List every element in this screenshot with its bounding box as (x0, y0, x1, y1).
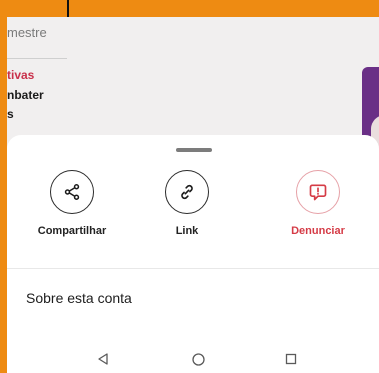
background-header: mestre (7, 25, 47, 40)
bottom-sheet: Compartilhar Link Denunciar Sobre esta c… (7, 135, 379, 373)
link-icon-circle[interactable] (165, 170, 209, 214)
report-label: Denunciar (291, 225, 345, 237)
link-icon (181, 184, 193, 200)
status-bar (0, 0, 379, 17)
nav-back-button[interactable] (89, 345, 117, 373)
background-text-line: s (7, 107, 14, 121)
background-highlight-text: tivas (7, 68, 35, 82)
nav-recent-button[interactable] (277, 345, 305, 373)
report-button[interactable]: Denunciar (263, 170, 373, 237)
sheet-divider (7, 268, 379, 269)
system-nav-bar (7, 345, 379, 373)
link-label: Link (175, 225, 199, 237)
back-triangle-icon (98, 353, 108, 365)
nav-home-button[interactable] (184, 345, 212, 373)
link-button[interactable]: Link (132, 170, 242, 237)
status-bar-divider (67, 0, 69, 17)
share-button[interactable]: Compartilhar (17, 170, 127, 237)
background-text-line: nbater (7, 88, 44, 102)
background-divider (7, 58, 67, 59)
recent-apps-icon (285, 353, 297, 365)
share-label: Compartilhar (37, 225, 107, 237)
report-icon (309, 184, 327, 201)
about-account-item[interactable]: Sobre esta conta (26, 290, 132, 306)
sheet-drag-handle[interactable] (176, 148, 212, 152)
home-circle-icon (191, 352, 205, 366)
share-icon-circle[interactable] (50, 170, 94, 214)
report-icon-circle[interactable] (296, 170, 340, 214)
share-icon (64, 184, 80, 200)
